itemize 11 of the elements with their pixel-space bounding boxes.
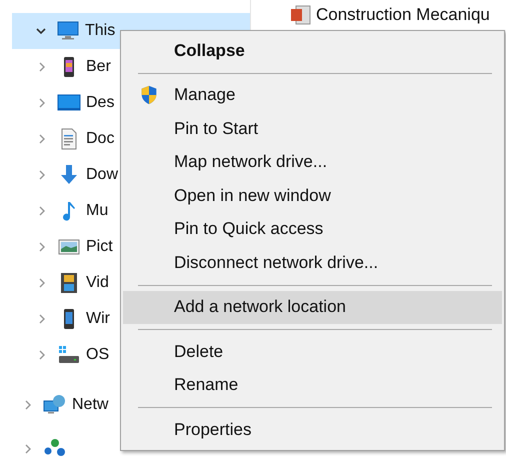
menu-label: Properties (174, 420, 252, 440)
menu-label: Manage (174, 85, 236, 106)
menu-label: Collapse (174, 40, 245, 61)
menu-label: Map network drive... (174, 152, 328, 172)
menu-label: Pin to Start (174, 118, 258, 139)
menu-label: Pin to Quick access (174, 219, 324, 240)
menu-label: Add a network location (174, 297, 346, 318)
menu-label: Rename (174, 375, 238, 396)
menu-label: Disconnect network drive... (174, 252, 378, 273)
menu-label: Open in new window (174, 186, 331, 206)
menu-label: Delete (174, 342, 224, 362)
